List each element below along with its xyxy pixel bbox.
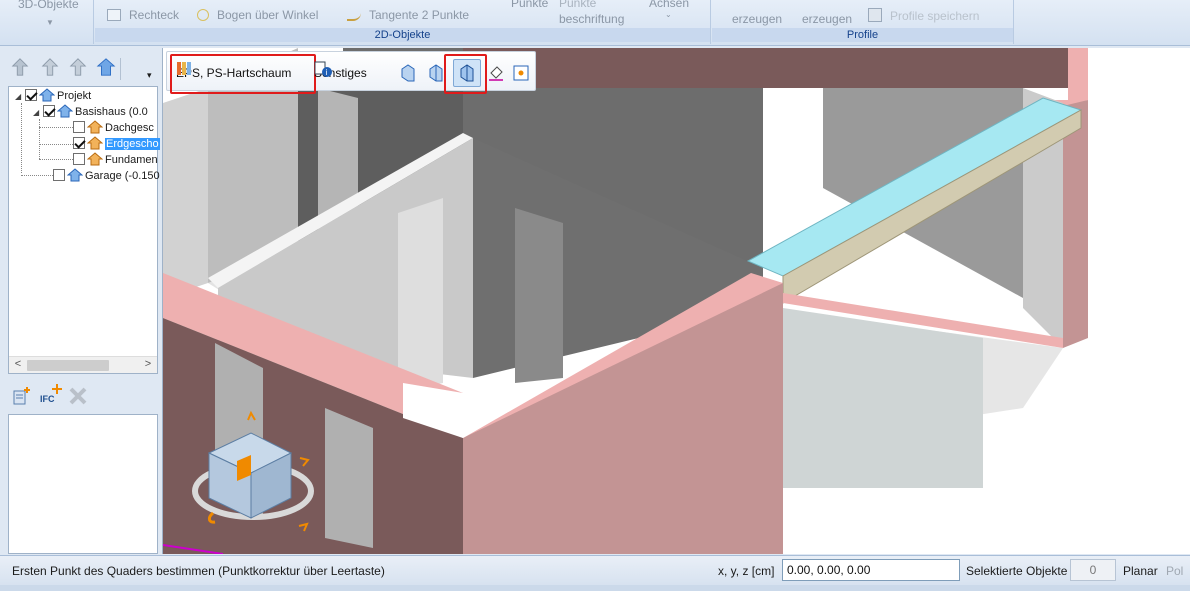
floppy-disk-icon [868, 8, 882, 22]
toolbar-separator [120, 58, 121, 80]
ribbon-group-profile: erzeugen erzeugen Profile speichern Prof… [712, 0, 1014, 44]
point-snap-icon[interactable] [512, 64, 530, 82]
tree-node-fundament[interactable]: Fundamen [73, 152, 158, 168]
material-highlight-frame [170, 54, 316, 94]
collapse-icon[interactable]: ◢ [33, 105, 43, 121]
selected-objects-label: Selektierte Objekte [966, 564, 1068, 578]
create-button-1[interactable]: erzeugen [732, 12, 782, 26]
info-objects-icon: i [314, 61, 332, 77]
planar-toggle[interactable]: Planar [1123, 564, 1158, 578]
garage-checkbox[interactable] [53, 169, 65, 181]
building-model-view[interactable] [163, 48, 1190, 554]
right-wall-outer [1063, 100, 1088, 348]
scroll-left-icon[interactable]: < [11, 358, 25, 370]
labeling-button[interactable]: beschriftung [559, 12, 624, 26]
tree-node-basishaus[interactable]: ◢ Basishaus (0.0 [33, 104, 148, 120]
left-inner-wall [163, 88, 208, 298]
tangent-2-points-button[interactable]: Tangente 2 Punkte [347, 8, 469, 22]
tree-connector [39, 127, 73, 128]
tree-horizontal-scrollbar[interactable]: < > [9, 356, 157, 373]
ifc-list-panel[interactable] [8, 414, 158, 554]
delete-icon[interactable] [68, 386, 88, 406]
erdgeschoss-checkbox[interactable] [73, 137, 85, 149]
points-button[interactable]: Punkte [511, 0, 548, 10]
basishaus-checkbox[interactable] [43, 105, 55, 117]
front-window-opening-2 [325, 408, 373, 548]
wall-layer-middle-icon[interactable] [427, 63, 445, 83]
arc-by-angle-button[interactable]: Bogen über Winkel [197, 8, 318, 22]
rectangle-icon [107, 9, 121, 21]
house-icon [39, 88, 55, 102]
tree-connector [21, 175, 55, 176]
eraser-icon[interactable] [487, 64, 505, 82]
axes-button[interactable]: Achsen [649, 0, 689, 10]
building-icon [57, 104, 73, 118]
ribbon-group-2d-objects: Rechteck Bogen über Winkel Tangente 2 Pu… [95, 0, 711, 44]
storey-icon [87, 152, 103, 166]
ribbon-group-3d-objects: 3D-Objekte ▼ [0, 0, 94, 44]
save-profiles-button[interactable]: Profile speichern [868, 8, 979, 23]
tree-connector [39, 119, 40, 159]
collapse-icon[interactable]: ◢ [15, 89, 25, 105]
up-arrow-icon[interactable] [40, 56, 60, 78]
ribbon-group-title-2d: 2D-Objekte [95, 28, 710, 42]
building-icon [67, 168, 83, 182]
move-up-down-icon[interactable] [10, 56, 30, 78]
tangent-icon [347, 9, 361, 21]
import-ifc-button[interactable]: IFC [40, 394, 55, 404]
window-bottom-edge [0, 585, 1190, 591]
tree-node-dachgeschoss[interactable]: Dachgesc [73, 120, 154, 136]
house-up-icon[interactable] [96, 56, 116, 78]
fundament-checkbox[interactable] [73, 153, 85, 165]
rectangle-button[interactable]: Rechteck [107, 8, 179, 22]
tree-connector [21, 103, 22, 173]
project-tree: ◢ Projekt ◢ Basishaus (0.0 Dachgesc Erdges… [8, 86, 160, 374]
status-bar: Ersten Punkt des Quaders bestimmen (Punk… [0, 555, 1190, 585]
storey-icon [87, 136, 103, 150]
toolbar-overflow-icon[interactable]: ▾ [147, 70, 152, 81]
back-wall-top-edge [1068, 48, 1088, 100]
tree-connector [39, 159, 73, 160]
svg-text:i: i [326, 68, 328, 77]
center-door-opening [515, 208, 563, 383]
tree-connector [39, 144, 73, 145]
ifc-toolbar: IFC [8, 380, 158, 412]
selected-objects-count: 0 [1070, 559, 1116, 581]
storey-icon [87, 120, 103, 134]
create-button-2[interactable]: erzeugen [802, 12, 852, 26]
right-room-glass [783, 308, 983, 488]
up-arrow-alt-icon[interactable] [68, 56, 88, 78]
polar-toggle[interactable]: Pol [1166, 564, 1183, 578]
project-checkbox[interactable] [25, 89, 37, 101]
layer-highlight-frame [444, 54, 487, 94]
3d-viewport[interactable]: EPS, PS-Hartschaum i Sonstiges [162, 48, 1190, 554]
plus-icon [52, 384, 62, 394]
chevron-down-icon[interactable]: ▼ [46, 18, 54, 27]
3d-objects-button[interactable]: 3D-Objekte [18, 0, 79, 11]
wall-layer-outer-icon[interactable] [399, 63, 417, 83]
tree-node-erdgeschoss[interactable]: Erdgescho [73, 136, 160, 152]
sonstiges-button[interactable]: i Sonstiges [314, 60, 367, 86]
tree-toolbar: ▾ [8, 52, 158, 86]
chevron-down-icon[interactable]: ⌄ [665, 10, 672, 19]
scrollbar-thumb[interactable] [27, 360, 109, 371]
right-room-floor-upper [763, 88, 823, 188]
dachgeschoss-checkbox[interactable] [73, 121, 85, 133]
coordinate-input[interactable] [782, 559, 960, 581]
middle-door-opening [398, 198, 443, 393]
status-prompt: Ersten Punkt des Quaders bestimmen (Punk… [12, 564, 385, 578]
tree-node-garage[interactable]: Garage (-0.150 [53, 168, 160, 184]
ribbon-group-title-profile: Profile [712, 28, 1013, 42]
coordinate-label: x, y, z [cm] [718, 564, 775, 578]
tree-node-project[interactable]: ◢ Projekt [15, 88, 91, 104]
material-toolbar: EPS, PS-Hartschaum i Sonstiges [166, 51, 536, 94]
scroll-right-icon[interactable]: > [141, 358, 155, 370]
add-layer-icon[interactable] [12, 386, 32, 406]
ribbon: 3D-Objekte ▼ Rechteck Bogen über Winkel … [0, 0, 1190, 46]
arc-icon [197, 9, 209, 21]
points-label-top: Punkte [559, 0, 597, 10]
